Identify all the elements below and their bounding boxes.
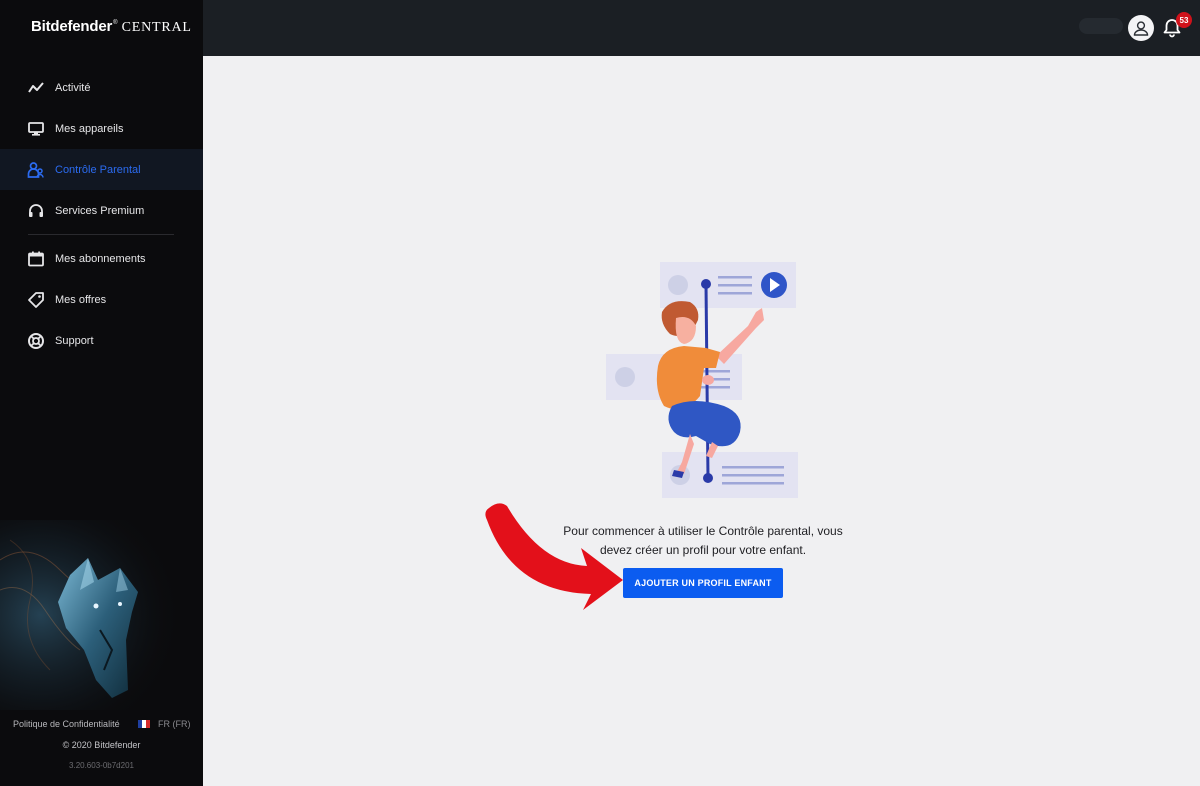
user-icon (1133, 21, 1149, 36)
sidebar-item-mes-offres[interactable]: Mes offres (0, 279, 203, 320)
sidebar-divider (28, 234, 174, 235)
privacy-policy-link[interactable]: Politique de Confidentialité (13, 719, 120, 729)
child-climbing-illustration (606, 262, 798, 498)
parental-icon (27, 162, 44, 178)
brand-name: Bitdefender (31, 18, 113, 35)
copyright: © 2020 Bitdefender (62, 740, 141, 750)
user-name-redacted (1079, 18, 1123, 34)
version-label: 3.20.603-0b7d201 (69, 761, 134, 770)
sidebar-item-label: Mes abonnements (55, 252, 146, 265)
language-selector[interactable]: FR (FR) (158, 719, 191, 729)
sidebar-item-activite[interactable]: Activité (0, 67, 203, 108)
lifebuoy-icon (28, 333, 44, 349)
headset-icon (29, 204, 43, 217)
brand-registered-mark: ® (113, 20, 118, 26)
sidebar-item-mes-abonnements[interactable]: Mes abonnements (0, 238, 203, 279)
brand-logo[interactable]: Bitdefender ® CENTRAL (31, 18, 192, 38)
sidebar-item-controle-parental[interactable]: Contrôle Parental (0, 149, 203, 190)
sidebar: Bitdefender ® CENTRAL Activité Mes appar… (0, 0, 203, 786)
wolf-artwork (0, 520, 203, 710)
tag-icon (28, 292, 44, 308)
sidebar-item-label: Activité (55, 81, 91, 94)
activity-icon (28, 82, 44, 93)
main-content: Pour commencer à utiliser le Contrôle pa… (203, 56, 1200, 786)
france-flag-icon (138, 720, 150, 728)
sidebar-item-label: Support (55, 334, 94, 347)
sidebar-item-mes-appareils[interactable]: Mes appareils (0, 108, 203, 149)
calendar-icon (28, 251, 44, 267)
sidebar-item-label: Mes appareils (55, 122, 124, 135)
sidebar-item-services-premium[interactable]: Services Premium (0, 190, 203, 231)
sidebar-item-label: Services Premium (55, 204, 145, 217)
sidebar-item-label: Contrôle Parental (55, 163, 141, 176)
sidebar-item-label: Mes offres (55, 293, 107, 306)
top-bar: 53 (203, 0, 1200, 56)
avatar[interactable] (1128, 15, 1154, 41)
red-arrow-annotation (485, 503, 623, 610)
notification-badge: 53 (1176, 12, 1192, 28)
monitor-icon (28, 122, 44, 136)
add-child-profile-button[interactable]: AJOUTER UN PROFIL ENFANT (623, 568, 783, 598)
brand-product: CENTRAL (121, 20, 192, 35)
sidebar-item-support[interactable]: Support (0, 320, 203, 361)
